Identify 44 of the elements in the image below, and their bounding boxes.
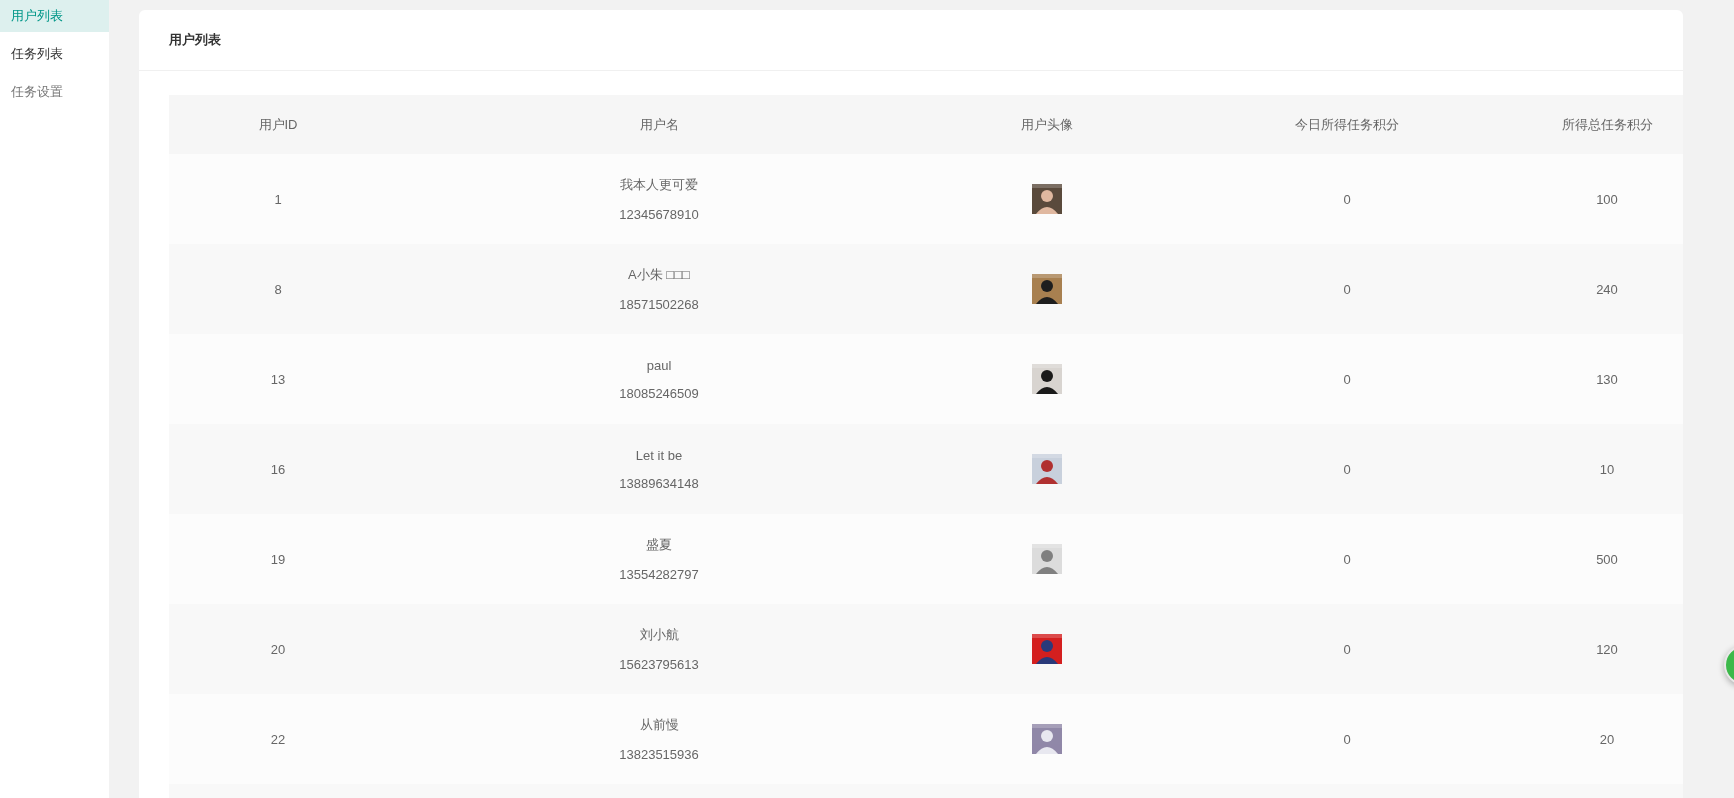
table-cell: 13889634148: [619, 475, 699, 491]
table-cell: 19: [270, 551, 286, 567]
table-cell: 18085246509: [619, 385, 699, 401]
table-cell: 从前慢: [639, 716, 679, 734]
sidebar-item[interactable]: 用户列表: [0, 0, 109, 32]
table-cell: Let it be: [635, 447, 683, 463]
table-cell: 我本人更可爱: [620, 176, 698, 194]
sidebar-item[interactable]: 任务设置: [0, 76, 109, 108]
table-cell: 10: [1599, 461, 1615, 477]
table-cell: 0: [1343, 551, 1351, 567]
table-cell: 0: [1343, 461, 1351, 477]
table-cell: 13554282797: [619, 567, 699, 582]
table-cell: 100: [1596, 191, 1618, 207]
table-cell: 120: [1596, 641, 1618, 657]
table-cell: 13: [270, 371, 286, 387]
table-cell: 240: [1596, 281, 1618, 297]
table-cell: 0: [1343, 641, 1351, 657]
table-cell: 0: [1343, 281, 1351, 297]
column-header: 所得总任务积分: [1561, 115, 1653, 134]
table-cell: 22: [270, 731, 286, 747]
table-cell: A小朱 □□□: [628, 266, 690, 284]
table-cell: 0: [1343, 371, 1351, 387]
table-cell: 13823515936: [619, 747, 699, 762]
table-cell: 0: [1343, 191, 1351, 207]
card-title: 用户列表: [169, 31, 221, 49]
table-cell: 12345678910: [619, 207, 699, 222]
column-header: 用户头像: [1021, 115, 1073, 134]
column-header: 用户名: [639, 115, 679, 134]
column-header: 今日所得任务积分: [1295, 115, 1399, 134]
table-cell: 500: [1596, 551, 1618, 567]
table-cell: 0: [1343, 731, 1351, 747]
table-cell: 刘小航: [639, 626, 679, 644]
table-cell: 1: [274, 191, 282, 207]
sidebar-item[interactable]: 任务列表: [0, 38, 109, 70]
table-cell: 18571502268: [619, 297, 699, 312]
table-cell: 15623795613: [619, 657, 699, 672]
table-cell: 16: [270, 461, 286, 477]
table-cell: 8: [274, 281, 282, 297]
column-header: 用户ID: [258, 115, 298, 134]
table-cell: 盛夏: [646, 536, 672, 554]
table-cell: 20: [270, 641, 286, 657]
table-cell: 130: [1596, 371, 1618, 387]
table-cell: 20: [1599, 731, 1615, 747]
table-cell: paul: [646, 357, 672, 373]
